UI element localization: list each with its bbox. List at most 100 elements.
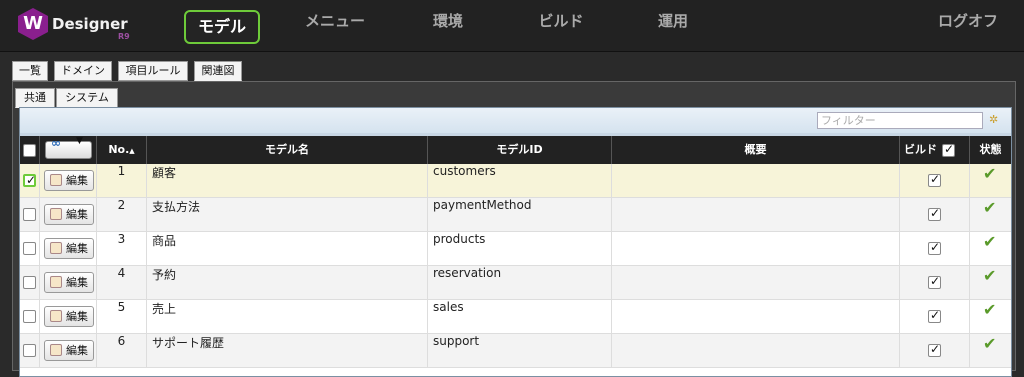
row-actions-cell: 編集 [40,198,97,231]
header-tools: ∞ ▼ [40,136,97,164]
model-panel: 共通 システム フィルター ✲ ∞ ▼ No.▲ モデル名 モデルID 概要 ビ… [12,81,1016,377]
row-actions-cell: 編集 [40,232,97,265]
row-status-cell: ✔ [970,164,1011,197]
table-row[interactable]: 編集 5 売上 sales ✓ ✔ [20,300,1011,334]
row-select-cell [20,334,40,367]
filter-input[interactable]: フィルター [817,112,983,129]
row-no: 2 [97,198,147,231]
row-build-checkbox[interactable]: ✓ [928,308,941,323]
link-icon: ∞ [51,136,61,150]
status-ok-icon: ✔ [983,334,997,353]
header-model-name[interactable]: モデル名 [147,136,428,164]
row-actions-cell: 編集 [40,266,97,299]
row-build-checkbox[interactable]: ✓ [928,342,941,357]
filter-bar: フィルター ✲ [20,108,1011,133]
row-select-cell [20,266,40,299]
logout-link[interactable]: ログオフ [930,10,1006,44]
edit-button[interactable]: 編集 [44,272,94,293]
edit-button[interactable]: 編集 [44,306,94,327]
row-summary [612,232,900,265]
edit-button[interactable]: 編集 [44,170,94,191]
row-build-cell: ✓ [900,232,970,265]
row-actions-cell: 編集 [40,164,97,197]
row-model-name: 予約 [147,266,428,299]
row-select-checkbox[interactable] [23,276,36,289]
row-model-name: 売上 [147,300,428,333]
edit-icon [50,344,62,356]
edit-icon [50,276,62,288]
table-row[interactable]: 編集 6 サポート履歴 support ✓ ✔ [20,334,1011,368]
row-model-id: customers [428,164,612,197]
edit-icon [50,242,62,254]
row-select-checkbox[interactable] [23,310,36,323]
table-row[interactable]: ✓ 編集 1 顧客 customers ✓ ✔ [20,164,1011,198]
row-status-cell: ✔ [970,198,1011,231]
row-build-checkbox[interactable]: ✓ [928,172,941,187]
status-ok-icon: ✔ [983,164,997,183]
sort-asc-icon: ▲ [129,147,135,155]
row-build-checkbox[interactable]: ✓ [928,206,941,221]
row-status-cell: ✔ [970,232,1011,265]
row-status-cell: ✔ [970,334,1011,367]
row-select-checkbox[interactable] [23,344,36,357]
nav-operation[interactable]: 運用 [648,10,698,44]
row-model-name: 商品 [147,232,428,265]
row-build-cell: ✓ [900,334,970,367]
logo-version: R9 [118,32,130,41]
tab-item-rules[interactable]: 項目ルール [118,61,188,81]
tab-common[interactable]: 共通 [15,88,55,108]
edit-button-label: 編集 [66,310,88,323]
header-build[interactable]: ビルド ✓ [900,136,970,164]
edit-button-label: 編集 [66,208,88,221]
link-menu-button[interactable]: ∞ ▼ [45,136,92,159]
header-no[interactable]: No.▲ [97,136,147,164]
table-row[interactable]: 編集 2 支払方法 paymentMethod ✓ ✔ [20,198,1011,232]
build-all-checkbox[interactable]: ✓ [942,142,955,157]
nav-build[interactable]: ビルド [530,10,592,44]
row-build-cell: ✓ [900,266,970,299]
nav-environment[interactable]: 環境 [420,10,476,44]
chevron-down-icon: ▼ [76,136,83,146]
row-model-name: 支払方法 [147,198,428,231]
nav-model[interactable]: モデル [184,10,260,44]
header-summary[interactable]: 概要 [612,136,900,164]
tab-list[interactable]: 一覧 [12,61,48,81]
edit-button[interactable]: 編集 [44,340,94,361]
status-ok-icon: ✔ [983,300,997,319]
header-select-all[interactable] [20,136,40,164]
edit-button-label: 編集 [66,174,88,187]
table-row[interactable]: 編集 3 商品 products ✓ ✔ [20,232,1011,266]
row-select-checkbox[interactable] [23,208,36,221]
row-summary [612,266,900,299]
row-select-checkbox[interactable]: ✓ [23,173,36,187]
row-select-cell [20,198,40,231]
edit-button[interactable]: 編集 [44,204,94,225]
row-model-id: reservation [428,266,612,299]
app-logo[interactable]: W Designer R9 [18,8,138,42]
row-build-checkbox[interactable]: ✓ [928,240,941,255]
row-no: 1 [97,164,147,197]
row-status-cell: ✔ [970,300,1011,333]
tab-domain[interactable]: ドメイン [54,61,112,81]
row-summary [612,164,900,197]
select-all-checkbox[interactable] [23,144,36,157]
row-build-checkbox[interactable]: ✓ [928,274,941,289]
edit-button[interactable]: 編集 [44,238,94,259]
row-summary [612,198,900,231]
header-model-id[interactable]: モデルID [428,136,612,164]
model-table: ∞ ▼ No.▲ モデル名 モデルID 概要 ビルド ✓ 状態 ✓ 編集 1 顧… [20,136,1011,376]
header-no-label: No. [108,143,130,156]
tab-system[interactable]: システム [56,88,118,108]
table-row[interactable]: 編集 4 予約 reservation ✓ ✔ [20,266,1011,300]
row-model-name: 顧客 [147,164,428,197]
row-model-id: support [428,334,612,367]
row-select-checkbox[interactable] [23,242,36,255]
row-build-cell: ✓ [900,164,970,197]
edit-icon [50,174,62,186]
row-actions-cell: 編集 [40,334,97,367]
nav-menu[interactable]: メニュー [300,10,370,44]
row-no: 6 [97,334,147,367]
tab-relation-diagram[interactable]: 関連図 [194,61,242,81]
filter-settings-icon[interactable]: ✲ [989,113,1003,127]
edit-button-label: 編集 [66,344,88,357]
